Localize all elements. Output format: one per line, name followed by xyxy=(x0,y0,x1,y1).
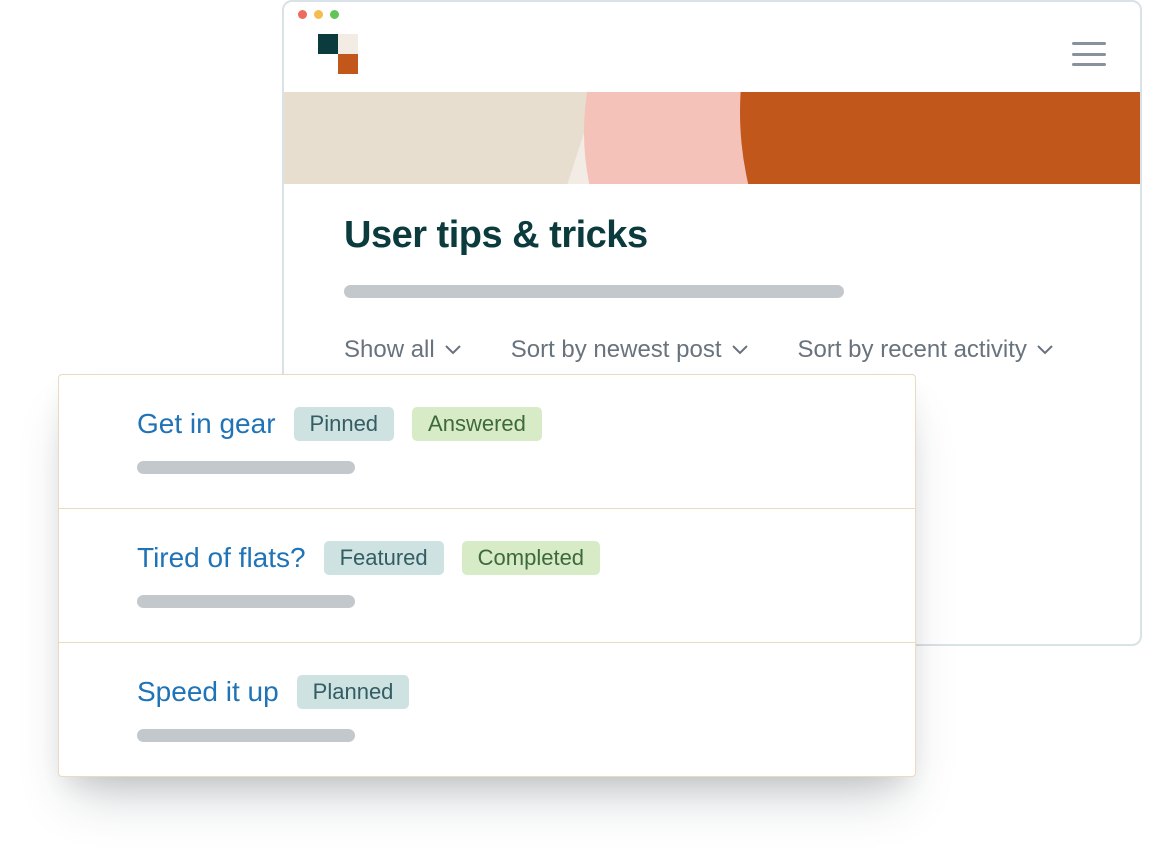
page-title: User tips & tricks xyxy=(344,214,1080,257)
hero-banner xyxy=(284,92,1140,184)
badge-pinned: Pinned xyxy=(294,407,395,441)
posts-card: Get in gear Pinned Answered Tired of fla… xyxy=(58,374,916,777)
post-row[interactable]: Tired of flats? Featured Completed xyxy=(59,509,915,643)
window-titlebar xyxy=(284,2,1140,20)
post-title: Get in gear xyxy=(137,408,276,440)
site-logo[interactable] xyxy=(318,34,358,74)
post-subtitle-placeholder xyxy=(137,461,355,474)
window-zoom-dot[interactable] xyxy=(330,10,339,19)
filter-show-all[interactable]: Show all xyxy=(344,336,461,364)
filter-label: Show all xyxy=(344,336,435,364)
badge-planned: Planned xyxy=(297,675,410,709)
page-content: User tips & tricks Show all Sort by newe… xyxy=(284,184,1140,364)
filter-label: Sort by recent activity xyxy=(798,336,1027,364)
subtitle-placeholder xyxy=(344,285,844,298)
filter-label: Sort by newest post xyxy=(511,336,722,364)
filter-bar: Show all Sort by newest post Sort by rec… xyxy=(344,336,1080,364)
badge-completed: Completed xyxy=(462,541,600,575)
post-title: Speed it up xyxy=(137,676,279,708)
navbar xyxy=(284,20,1140,92)
chevron-down-icon xyxy=(1037,345,1053,355)
window-close-dot[interactable] xyxy=(298,10,307,19)
post-row[interactable]: Speed it up Planned xyxy=(59,643,915,776)
filter-sort-activity[interactable]: Sort by recent activity xyxy=(798,336,1053,364)
badge-featured: Featured xyxy=(324,541,444,575)
post-row[interactable]: Get in gear Pinned Answered xyxy=(59,375,915,509)
chevron-down-icon xyxy=(732,345,748,355)
post-subtitle-placeholder xyxy=(137,729,355,742)
hamburger-menu-icon[interactable] xyxy=(1072,42,1106,66)
post-subtitle-placeholder xyxy=(137,595,355,608)
chevron-down-icon xyxy=(445,345,461,355)
window-minimize-dot[interactable] xyxy=(314,10,323,19)
filter-sort-newest[interactable]: Sort by newest post xyxy=(511,336,748,364)
post-title: Tired of flats? xyxy=(137,542,306,574)
badge-answered: Answered xyxy=(412,407,542,441)
